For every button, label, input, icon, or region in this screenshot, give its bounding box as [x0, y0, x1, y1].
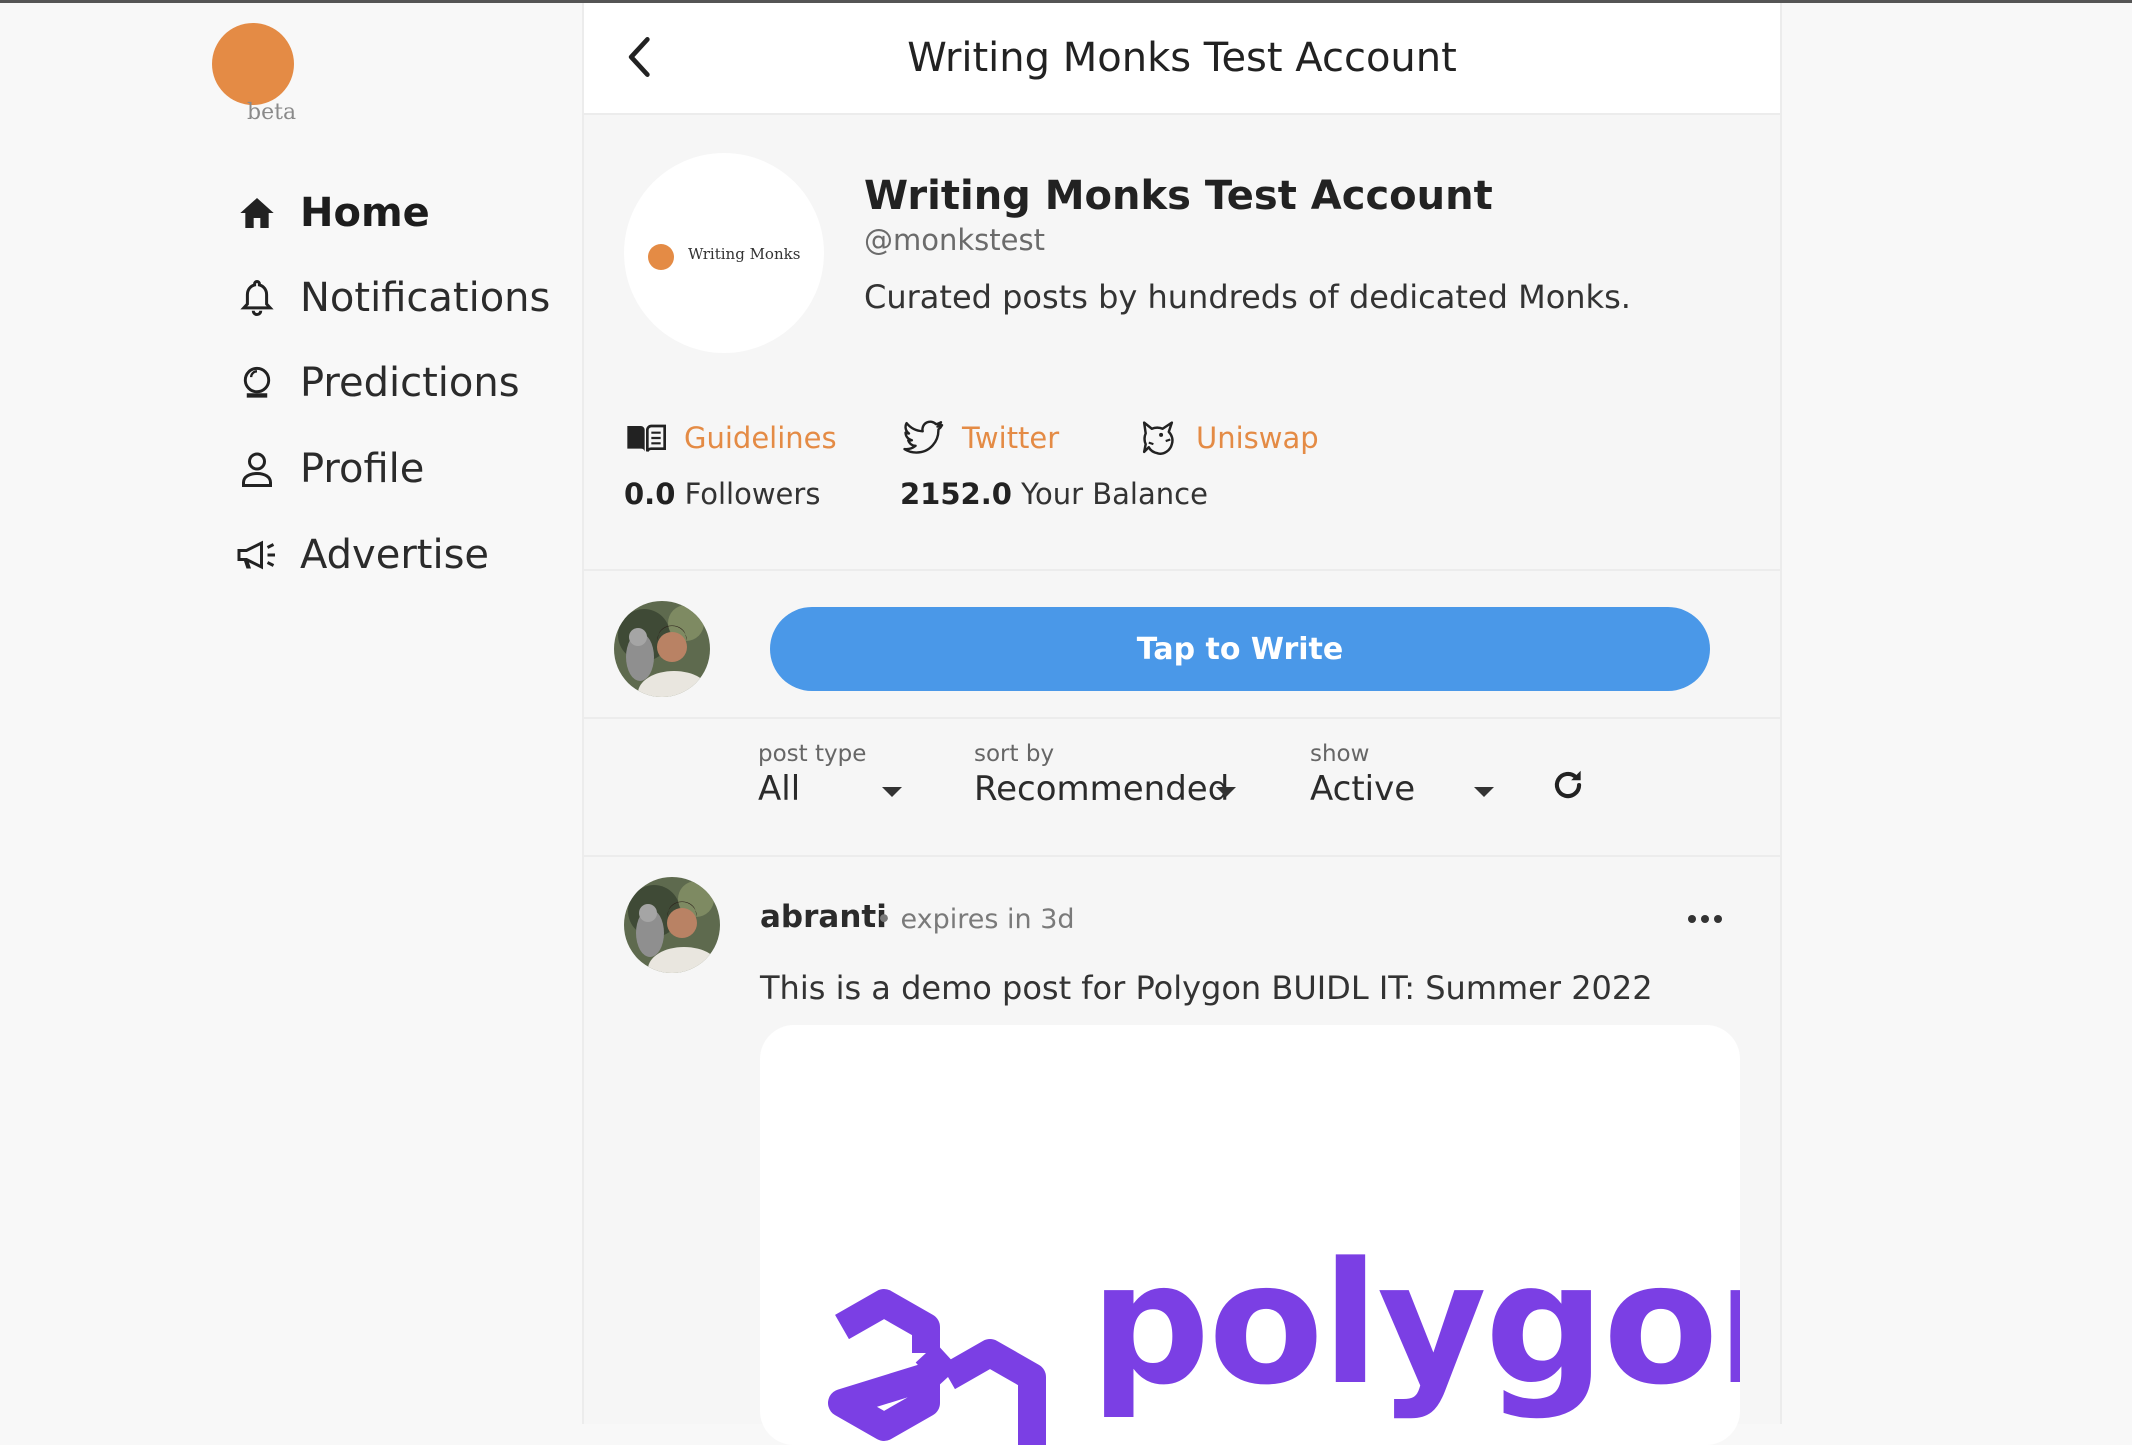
filter-label: show — [1310, 741, 1370, 767]
app-logo[interactable] — [212, 23, 294, 105]
sidebar-item-label: Home — [300, 190, 430, 236]
balance-label: Your Balance — [1021, 477, 1208, 511]
caret-down-icon — [882, 787, 902, 797]
author-avatar[interactable] — [624, 877, 720, 973]
sidebar: beta Home Notifications Predictions Prof… — [0, 3, 582, 1424]
sidebar-item-notifications[interactable]: Notifications — [234, 268, 550, 328]
ellipsis-icon — [1687, 909, 1723, 928]
link-label: Twitter — [962, 421, 1060, 455]
user-icon — [234, 446, 280, 492]
user-avatar[interactable] — [614, 601, 710, 697]
post-author[interactable]: abranti — [760, 899, 887, 935]
sidebar-item-home[interactable]: Home — [234, 183, 430, 243]
filter-label: post type — [758, 741, 867, 767]
followers-stat: 0.0 Followers — [624, 477, 820, 511]
profile-avatar: Writing Monks — [624, 153, 824, 353]
twitter-icon — [902, 416, 946, 460]
link-label: Uniswap — [1196, 421, 1319, 455]
beta-badge: beta — [247, 100, 297, 125]
divider — [584, 569, 1780, 571]
bell-icon — [234, 275, 280, 321]
followers-count: 0.0 — [624, 477, 676, 511]
avatar-text: Writing Monks — [688, 245, 801, 263]
polygon-wordmark: polygon — [1090, 1226, 1740, 1422]
post-image[interactable]: polygon — [760, 1025, 1740, 1445]
avatar-logo-dot — [648, 244, 674, 270]
megaphone-icon — [234, 532, 280, 578]
main-column: Writing Monks Test Account Writing Monks… — [582, 3, 1782, 1445]
crystal-ball-icon — [234, 360, 280, 406]
sort-by-dropdown[interactable]: sort by Recommended — [974, 741, 1244, 809]
post-body: This is a demo post for Polygon BUIDL IT… — [760, 969, 1653, 1007]
book-icon — [624, 416, 668, 460]
sidebar-item-profile[interactable]: Profile — [234, 439, 424, 499]
link-label: Guidelines — [684, 421, 837, 455]
sidebar-item-advertise[interactable]: Advertise — [234, 525, 489, 585]
caret-down-icon — [1216, 787, 1236, 797]
unicorn-icon — [1136, 416, 1180, 460]
header-bar: Writing Monks Test Account — [584, 3, 1780, 115]
filter-label: sort by — [974, 741, 1055, 767]
refresh-button[interactable] — [1546, 765, 1590, 809]
profile-bio: Curated posts by hundreds of dedicated M… — [864, 278, 1631, 316]
sidebar-item-label: Advertise — [300, 532, 490, 578]
profile-name: Writing Monks Test Account — [864, 173, 1493, 219]
refresh-icon — [1549, 766, 1587, 808]
home-icon — [234, 190, 280, 236]
sidebar-item-label: Profile — [300, 446, 425, 492]
divider — [584, 855, 1780, 857]
profile-handle: @monkstest — [864, 223, 1045, 257]
sidebar-item-label: Notifications — [300, 275, 551, 321]
post-expiry: • expires in 3d — [876, 904, 1075, 935]
caret-down-icon — [1474, 787, 1494, 797]
balance-stat: 2152.0 Your Balance — [900, 477, 1208, 511]
filter-value: Recommended — [974, 769, 1230, 809]
uniswap-link[interactable]: Uniswap — [1136, 416, 1319, 460]
divider — [584, 717, 1780, 719]
polygon-logo-icon — [822, 1285, 1052, 1445]
more-options-button[interactable] — [1680, 903, 1730, 933]
post-type-dropdown[interactable]: post type All — [758, 741, 908, 809]
sidebar-item-label: Predictions — [300, 360, 520, 406]
twitter-link[interactable]: Twitter — [902, 416, 1059, 460]
followers-label: Followers — [684, 477, 821, 511]
page-title: Writing Monks Test Account — [907, 35, 1457, 81]
show-dropdown[interactable]: show Active — [1310, 741, 1510, 809]
guidelines-link[interactable]: Guidelines — [624, 416, 837, 460]
sidebar-item-predictions[interactable]: Predictions — [234, 353, 520, 413]
tap-to-write-button[interactable]: Tap to Write — [770, 607, 1710, 691]
balance-value: 2152.0 — [900, 477, 1012, 511]
